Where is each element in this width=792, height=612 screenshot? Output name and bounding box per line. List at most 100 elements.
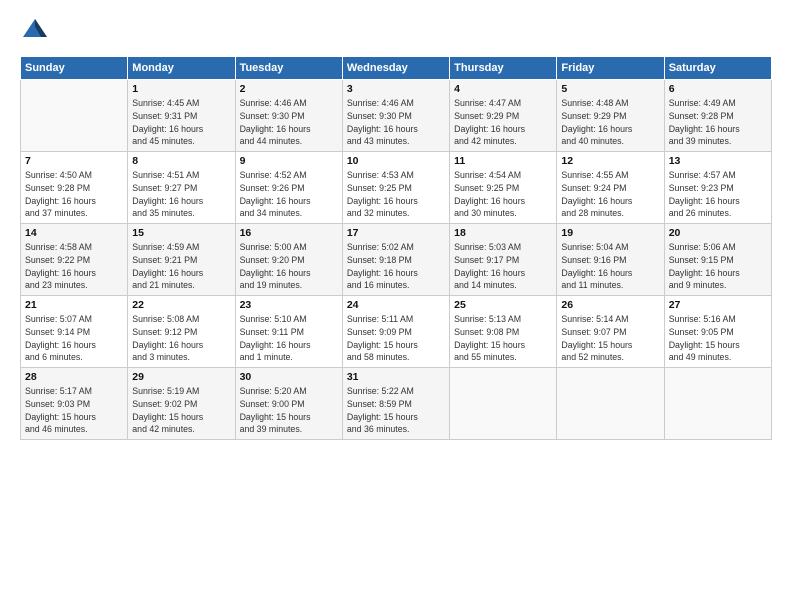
header-cell-friday: Friday [557, 57, 664, 80]
day-info: Sunrise: 5:04 AM Sunset: 9:16 PM Dayligh… [561, 241, 659, 292]
week-row-4: 21 Sunrise: 5:07 AM Sunset: 9:14 PM Dayli… [21, 296, 772, 368]
day-number: 5 [561, 83, 659, 95]
week-row-5: 28 Sunrise: 5:17 AM Sunset: 9:03 PM Dayli… [21, 368, 772, 440]
day-cell: 2 Sunrise: 4:46 AM Sunset: 9:30 PM Daylig… [235, 80, 342, 152]
header-cell-tuesday: Tuesday [235, 57, 342, 80]
day-info: Sunrise: 4:58 AM Sunset: 9:22 PM Dayligh… [25, 241, 123, 292]
day-number: 3 [347, 83, 445, 95]
day-info: Sunrise: 4:53 AM Sunset: 9:25 PM Dayligh… [347, 169, 445, 220]
calendar-table: SundayMondayTuesdayWednesdayThursdayFrid… [20, 56, 772, 440]
day-number: 7 [25, 155, 123, 167]
day-number: 20 [669, 227, 767, 239]
day-info: Sunrise: 4:49 AM Sunset: 9:28 PM Dayligh… [669, 97, 767, 148]
day-number: 25 [454, 299, 552, 311]
day-number: 28 [25, 371, 123, 383]
day-number: 27 [669, 299, 767, 311]
day-cell: 6 Sunrise: 4:49 AM Sunset: 9:28 PM Daylig… [664, 80, 771, 152]
logo [20, 16, 54, 46]
day-info: Sunrise: 5:00 AM Sunset: 9:20 PM Dayligh… [240, 241, 338, 292]
day-cell: 31 Sunrise: 5:22 AM Sunset: 8:59 PM Dayli… [342, 368, 449, 440]
day-info: Sunrise: 4:52 AM Sunset: 9:26 PM Dayligh… [240, 169, 338, 220]
day-cell: 15 Sunrise: 4:59 AM Sunset: 9:21 PM Dayli… [128, 224, 235, 296]
day-info: Sunrise: 5:19 AM Sunset: 9:02 PM Dayligh… [132, 385, 230, 436]
header-row: SundayMondayTuesdayWednesdayThursdayFrid… [21, 57, 772, 80]
day-info: Sunrise: 5:07 AM Sunset: 9:14 PM Dayligh… [25, 313, 123, 364]
logo-icon [20, 16, 50, 46]
day-info: Sunrise: 5:14 AM Sunset: 9:07 PM Dayligh… [561, 313, 659, 364]
day-number: 26 [561, 299, 659, 311]
day-info: Sunrise: 5:13 AM Sunset: 9:08 PM Dayligh… [454, 313, 552, 364]
day-cell [557, 368, 664, 440]
day-info: Sunrise: 5:20 AM Sunset: 9:00 PM Dayligh… [240, 385, 338, 436]
day-info: Sunrise: 4:54 AM Sunset: 9:25 PM Dayligh… [454, 169, 552, 220]
calendar-body: 1Sunrise: 4:45 AM Sunset: 9:31 PM Daylig… [21, 80, 772, 440]
day-info: Sunrise: 5:11 AM Sunset: 9:09 PM Dayligh… [347, 313, 445, 364]
day-number: 30 [240, 371, 338, 383]
day-cell: 27Sunrise: 5:16 AM Sunset: 9:05 PM Dayli… [664, 296, 771, 368]
header-cell-sunday: Sunday [21, 57, 128, 80]
day-info: Sunrise: 4:50 AM Sunset: 9:28 PM Dayligh… [25, 169, 123, 220]
header-cell-wednesday: Wednesday [342, 57, 449, 80]
day-number: 6 [669, 83, 767, 95]
day-info: Sunrise: 4:55 AM Sunset: 9:24 PM Dayligh… [561, 169, 659, 220]
day-number: 17 [347, 227, 445, 239]
day-number: 31 [347, 371, 445, 383]
day-info: Sunrise: 4:45 AM Sunset: 9:31 PM Dayligh… [132, 97, 230, 148]
day-cell: 20 Sunrise: 5:06 AM Sunset: 9:15 PM Dayli… [664, 224, 771, 296]
day-info: Sunrise: 5:10 AM Sunset: 9:11 PM Dayligh… [240, 313, 338, 364]
day-info: Sunrise: 4:48 AM Sunset: 9:29 PM Dayligh… [561, 97, 659, 148]
header-cell-monday: Monday [128, 57, 235, 80]
day-number: 13 [669, 155, 767, 167]
day-number: 29 [132, 371, 230, 383]
day-info: Sunrise: 5:03 AM Sunset: 9:17 PM Dayligh… [454, 241, 552, 292]
day-cell: 24 Sunrise: 5:11 AM Sunset: 9:09 PM Dayli… [342, 296, 449, 368]
day-cell: 9 Sunrise: 4:52 AM Sunset: 9:26 PM Daylig… [235, 152, 342, 224]
day-cell: 25 Sunrise: 5:13 AM Sunset: 9:08 PM Dayli… [450, 296, 557, 368]
day-cell [450, 368, 557, 440]
day-cell: 13 Sunrise: 4:57 AM Sunset: 9:23 PM Dayli… [664, 152, 771, 224]
day-number: 14 [25, 227, 123, 239]
day-info: Sunrise: 4:57 AM Sunset: 9:23 PM Dayligh… [669, 169, 767, 220]
day-cell: 30 Sunrise: 5:20 AM Sunset: 9:00 PM Dayli… [235, 368, 342, 440]
day-number: 16 [240, 227, 338, 239]
day-cell: 7 Sunrise: 4:50 AM Sunset: 9:28 PM Daylig… [21, 152, 128, 224]
day-info: Sunrise: 5:02 AM Sunset: 9:18 PM Dayligh… [347, 241, 445, 292]
day-cell: 16 Sunrise: 5:00 AM Sunset: 9:20 PM Dayli… [235, 224, 342, 296]
week-row-1: 1Sunrise: 4:45 AM Sunset: 9:31 PM Daylig… [21, 80, 772, 152]
day-cell: 5 Sunrise: 4:48 AM Sunset: 9:29 PM Daylig… [557, 80, 664, 152]
day-cell: 29 Sunrise: 5:19 AM Sunset: 9:02 PM Dayli… [128, 368, 235, 440]
day-cell: 17 Sunrise: 5:02 AM Sunset: 9:18 PM Dayli… [342, 224, 449, 296]
calendar-header: SundayMondayTuesdayWednesdayThursdayFrid… [21, 57, 772, 80]
day-info: Sunrise: 5:17 AM Sunset: 9:03 PM Dayligh… [25, 385, 123, 436]
day-info: Sunrise: 4:47 AM Sunset: 9:29 PM Dayligh… [454, 97, 552, 148]
day-info: Sunrise: 5:08 AM Sunset: 9:12 PM Dayligh… [132, 313, 230, 364]
day-number: 18 [454, 227, 552, 239]
day-number: 2 [240, 83, 338, 95]
header-cell-thursday: Thursday [450, 57, 557, 80]
day-info: Sunrise: 5:06 AM Sunset: 9:15 PM Dayligh… [669, 241, 767, 292]
day-number: 19 [561, 227, 659, 239]
day-info: Sunrise: 4:51 AM Sunset: 9:27 PM Dayligh… [132, 169, 230, 220]
day-number: 21 [25, 299, 123, 311]
day-cell: 28 Sunrise: 5:17 AM Sunset: 9:03 PM Dayli… [21, 368, 128, 440]
day-cell: 18 Sunrise: 5:03 AM Sunset: 9:17 PM Dayli… [450, 224, 557, 296]
day-number: 23 [240, 299, 338, 311]
day-cell: 10Sunrise: 4:53 AM Sunset: 9:25 PM Dayli… [342, 152, 449, 224]
day-cell: 12 Sunrise: 4:55 AM Sunset: 9:24 PM Dayli… [557, 152, 664, 224]
day-number: 24 [347, 299, 445, 311]
day-cell: 8Sunrise: 4:51 AM Sunset: 9:27 PM Daylig… [128, 152, 235, 224]
day-cell: 4Sunrise: 4:47 AM Sunset: 9:29 PM Daylig… [450, 80, 557, 152]
day-cell: 3Sunrise: 4:46 AM Sunset: 9:30 PM Daylig… [342, 80, 449, 152]
day-cell: 11Sunrise: 4:54 AM Sunset: 9:25 PM Dayli… [450, 152, 557, 224]
week-row-3: 14 Sunrise: 4:58 AM Sunset: 9:22 PM Dayli… [21, 224, 772, 296]
day-cell: 21 Sunrise: 5:07 AM Sunset: 9:14 PM Dayli… [21, 296, 128, 368]
day-number: 9 [240, 155, 338, 167]
day-number: 15 [132, 227, 230, 239]
day-cell: 19 Sunrise: 5:04 AM Sunset: 9:16 PM Dayli… [557, 224, 664, 296]
day-number: 12 [561, 155, 659, 167]
day-info: Sunrise: 5:22 AM Sunset: 8:59 PM Dayligh… [347, 385, 445, 436]
day-info: Sunrise: 4:59 AM Sunset: 9:21 PM Dayligh… [132, 241, 230, 292]
day-info: Sunrise: 4:46 AM Sunset: 9:30 PM Dayligh… [240, 97, 338, 148]
day-number: 22 [132, 299, 230, 311]
day-cell: 23 Sunrise: 5:10 AM Sunset: 9:11 PM Dayli… [235, 296, 342, 368]
